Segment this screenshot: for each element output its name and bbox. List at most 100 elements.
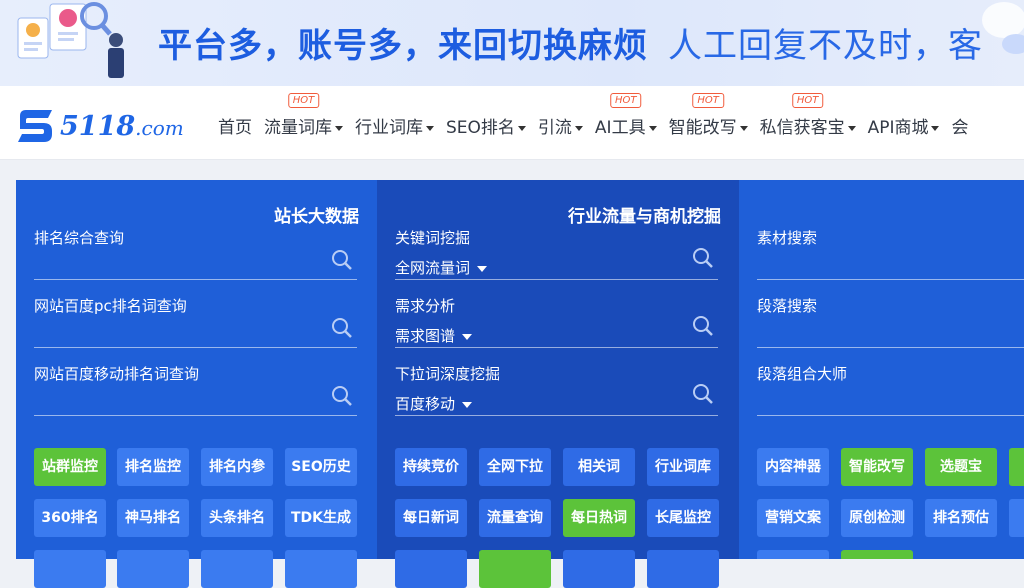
tool-button-partial[interactable] [479, 550, 551, 588]
tool-button[interactable]: 站群监控 [34, 448, 106, 486]
tool-button[interactable]: SEO历史 [285, 448, 357, 486]
tool-button[interactable]: 持续竞价 [395, 448, 467, 486]
baidu-mobile-ranking-field[interactable]: 网站百度移动排名词查询 [34, 363, 357, 416]
chevron-down-icon [931, 125, 940, 131]
tools-panel: 站长大数据 排名综合查询 网站百度pc排名词查询 网站百度移动排名词查询 站群监… [16, 180, 1024, 588]
nav-item-traffic-lead[interactable]: 引流 [538, 113, 583, 138]
field-label: 下拉词深度挖掘 [395, 365, 501, 383]
chevron-down-icon [648, 125, 657, 131]
nav-item-smart-rewrite[interactable]: HOT 智能改写 [669, 93, 748, 138]
chevron-down-icon [335, 125, 343, 131]
demand-analysis-select[interactable]: 需求图谱 [395, 325, 473, 346]
tool-button[interactable]: 内容神器 [757, 448, 829, 486]
tool-button-partial[interactable] [34, 550, 106, 588]
field-label: 段落组合大师 [757, 365, 848, 383]
material-search-field[interactable]: 素材搜索 [757, 227, 1024, 280]
banner-headline-main: 平台多，账号多，来回切换麻烦 [158, 26, 648, 66]
keyword-mining-select[interactable]: 全网流量词 [395, 257, 488, 278]
search-icon[interactable] [692, 247, 714, 269]
tool-button[interactable]: 排名监控 [117, 448, 189, 486]
main-menu: 首页 HOT 流量词库 行业词库 SEO排名 引流 HOT AI工具 HOT 智能改写… [218, 93, 980, 138]
tool-button[interactable]: 相关词 [563, 448, 635, 486]
dropdown-words-field[interactable]: 下拉词深度挖掘 百度移动 [395, 363, 718, 416]
tool-button-partial[interactable] [563, 550, 635, 588]
tool-button[interactable]: TDK生成 [285, 499, 357, 537]
chevron-down-icon [517, 125, 526, 131]
tool-button-partial[interactable] [395, 550, 467, 588]
hot-badge: HOT [791, 93, 824, 108]
industry-traffic-column: 行业流量与商机挖掘 关键词挖掘 全网流量词 需求分析 需求图谱 下拉词深度挖掘 … [377, 180, 739, 588]
nav-item-traffic-words[interactable]: HOT 流量词库 [264, 93, 343, 138]
tool-button[interactable]: 流量查询 [479, 499, 551, 537]
search-icon[interactable] [331, 317, 353, 339]
chevron-down-icon [477, 265, 488, 272]
field-label: 网站百度pc排名词查询 [34, 297, 187, 315]
tool-button[interactable]: 360排名 [34, 499, 106, 537]
webmaster-data-column: 站长大数据 排名综合查询 网站百度pc排名词查询 网站百度移动排名词查询 站群监… [16, 180, 377, 588]
ranking-query-field[interactable]: 排名综合查询 [34, 227, 357, 280]
field-label: 排名综合查询 [34, 229, 125, 247]
chevron-down-icon [462, 401, 473, 408]
search-icon[interactable] [692, 383, 714, 405]
search-icon[interactable] [692, 315, 714, 337]
nav-item-ai-tools[interactable]: HOT AI工具 [595, 93, 657, 138]
nav-item-member[interactable]: 会 [951, 113, 968, 138]
tool-button[interactable]: 智能改写 [841, 448, 913, 486]
nav-item-api-store[interactable]: API商城 [868, 113, 940, 138]
keyword-mining-field[interactable]: 关键词挖掘 全网流量词 [395, 227, 718, 280]
hot-badge: HOT [692, 93, 724, 108]
logo-text: 5118.com [60, 110, 184, 142]
paragraph-combo-field[interactable]: 段落组合大师 [757, 363, 1024, 416]
banner-decoration-icon [982, 2, 1024, 54]
tool-button[interactable]: 长尾监控 [647, 499, 719, 537]
chevron-down-icon [739, 125, 748, 131]
tool-button[interactable]: 营销文案 [757, 499, 829, 537]
tool-button[interactable]: 每日热词 [563, 499, 635, 537]
nav-item-dm-leads[interactable]: HOT 私信获客宝 [760, 93, 856, 138]
tool-button[interactable]: 每日新词 [395, 499, 467, 537]
tool-button-partial[interactable] [117, 550, 189, 588]
tool-button-partial[interactable] [285, 550, 357, 588]
tool-button[interactable]: 排名内参 [201, 448, 273, 486]
profile-cards-illustration-icon [17, 2, 124, 78]
field-label: 关键词挖掘 [395, 229, 471, 247]
tool-button[interactable]: 全网下拉 [479, 448, 551, 486]
column-title: 站长大数据 [274, 207, 359, 227]
tool-button[interactable]: 选题宝 [925, 448, 997, 486]
tool-button-partial[interactable] [647, 550, 719, 588]
hot-badge: HOT [610, 93, 642, 108]
tool-button[interactable]: 排名预估 [925, 499, 997, 537]
tool-button-partial[interactable] [757, 550, 829, 559]
field-label: 素材搜索 [757, 229, 818, 247]
tool-button[interactable]: 内 [1009, 499, 1024, 537]
search-icon[interactable] [331, 385, 353, 407]
search-icon[interactable] [331, 249, 353, 271]
tool-button-partial[interactable] [201, 550, 273, 588]
banner-headline-secondary: 人工回复不及时，客 [668, 26, 983, 66]
field-label: 网站百度移动排名词查询 [34, 365, 200, 383]
promo-banner[interactable]: 平台多，账号多，来回切换麻烦 人工回复不及时，客 [0, 0, 1024, 86]
tool-button[interactable]: 行业词库 [647, 448, 719, 486]
demand-analysis-field[interactable]: 需求分析 需求图谱 [395, 295, 718, 348]
chevron-down-icon [462, 333, 473, 340]
paragraph-search-field[interactable]: 段落搜索 [757, 295, 1024, 348]
banner-headline: 平台多，账号多，来回切换麻烦 人工回复不及时，客 [158, 18, 983, 67]
tool-button[interactable]: 神马排名 [117, 499, 189, 537]
field-label: 需求分析 [395, 297, 456, 315]
tool-button[interactable]: 原创检测 [841, 499, 913, 537]
logo-mark-icon [18, 110, 52, 142]
nav-item-home[interactable]: 首页 [218, 113, 252, 138]
baidu-pc-ranking-field[interactable]: 网站百度pc排名词查询 [34, 295, 357, 348]
nav-item-seo-ranking[interactable]: SEO排名 [446, 113, 526, 138]
column-title: 行业流量与商机挖掘 [568, 207, 721, 227]
tool-button[interactable]: 文 [1009, 448, 1024, 486]
tool-button[interactable]: 头条排名 [201, 499, 273, 537]
tool-button-partial[interactable] [841, 550, 913, 559]
site-logo[interactable]: 5118.com [14, 108, 184, 144]
chevron-down-icon [574, 125, 583, 131]
top-navbar: 5118.com 首页 HOT 流量词库 行业词库 SEO排名 引流 HOT AI工… [0, 86, 1024, 160]
chevron-down-icon [847, 125, 856, 131]
nav-item-industry-words[interactable]: 行业词库 [355, 113, 434, 138]
dropdown-words-select[interactable]: 百度移动 [395, 393, 473, 414]
chevron-down-icon [426, 125, 434, 131]
